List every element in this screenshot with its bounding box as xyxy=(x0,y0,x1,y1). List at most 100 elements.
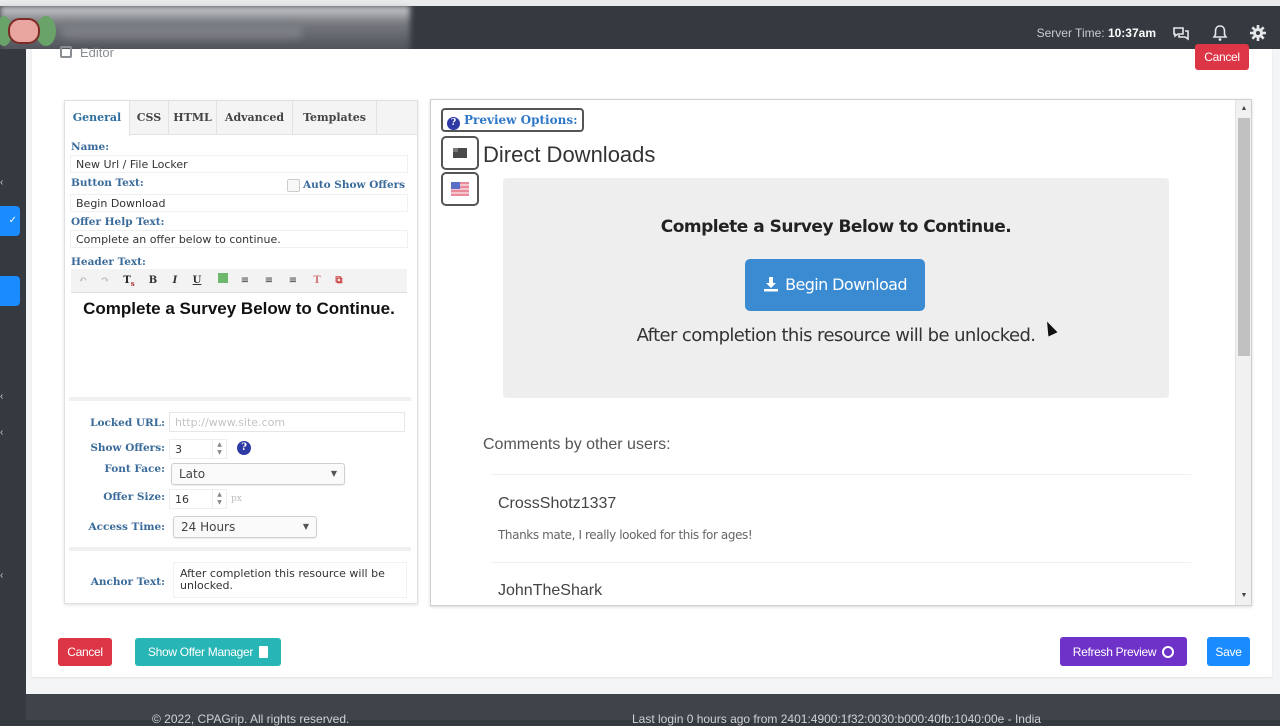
header-text-editor[interactable]: Complete a Survey Below to Continue. xyxy=(71,295,407,395)
help-icon[interactable]: ? xyxy=(237,441,251,455)
refresh-icon xyxy=(1162,645,1175,658)
font-face-value: Lato xyxy=(179,467,206,481)
offer-size-input[interactable]: 16 ▲ ▼ xyxy=(169,489,227,509)
chevron-down-icon: ▼ xyxy=(330,469,337,478)
save-button[interactable]: Save xyxy=(1207,637,1250,666)
show-offers-input[interactable]: 3 ▲ ▼ xyxy=(169,439,227,459)
text-color-icon[interactable] xyxy=(215,273,231,289)
button-text-label: Button Text: xyxy=(71,177,144,189)
comments-heading: Comments by other users: xyxy=(483,436,671,453)
offer-help-input[interactable]: Complete an offer below to continue. xyxy=(70,230,408,248)
name-input[interactable]: New Url / File Locker xyxy=(70,155,408,173)
sidebar-chevron-icon[interactable]: ‹ xyxy=(0,177,6,188)
help-icon: ? xyxy=(447,117,460,130)
header-text-label: Header Text: xyxy=(71,256,146,268)
download-icon xyxy=(764,277,779,292)
anchor-text-label: Anchor Text: xyxy=(90,576,165,588)
scroll-down-arrow-icon[interactable]: ▼ xyxy=(1236,589,1251,603)
name-label: Name: xyxy=(71,141,110,153)
sidebar-chevron-icon[interactable]: ‹ xyxy=(0,391,6,402)
button-text-input[interactable]: Begin Download xyxy=(70,194,408,212)
refresh-preview-button[interactable]: Refresh Preview xyxy=(1060,637,1187,666)
offer-help-label: Offer Help Text: xyxy=(71,216,165,228)
server-time-value: 10:37am xyxy=(1107,26,1156,40)
chat-icon[interactable] xyxy=(1172,24,1190,42)
comment-text: Thanks mate, I really looked for this fo… xyxy=(498,528,753,542)
sidebar-chevron-icon[interactable]: ‹ xyxy=(0,427,6,438)
align-right-icon[interactable]: ≡ xyxy=(285,273,301,289)
anchor-text-input[interactable]: After completion this resource will be u… xyxy=(173,562,407,598)
offer-size-value: 16 xyxy=(175,493,189,506)
edit-icon xyxy=(60,46,72,58)
access-time-label: Access Time: xyxy=(88,521,165,533)
auto-show-offers-checkbox[interactable] xyxy=(287,179,300,192)
scroll-thumb[interactable] xyxy=(1238,118,1250,356)
logo-fist xyxy=(8,18,40,44)
comment-username: JohnTheShark xyxy=(498,582,603,599)
align-center-icon[interactable]: ≡ xyxy=(261,273,277,289)
offer-size-spinner[interactable]: ▲ ▼ xyxy=(212,490,226,508)
logo[interactable] xyxy=(0,14,56,48)
device-toggle-button[interactable] xyxy=(441,136,479,170)
page-title-text: Editor xyxy=(80,45,114,60)
divider xyxy=(491,474,1191,475)
us-flag-icon xyxy=(451,182,469,196)
main-content: Editor Cancel General CSS HTML Advanced … xyxy=(26,44,1280,694)
bold-icon[interactable]: B xyxy=(145,273,161,289)
tab-general[interactable]: General xyxy=(65,101,130,136)
underline-icon[interactable]: U xyxy=(189,273,205,289)
italic-icon[interactable]: I xyxy=(167,273,183,289)
cancel-button[interactable]: Cancel xyxy=(58,638,112,666)
preview-options-label: Preview Options: xyxy=(464,113,578,127)
preview-options-button[interactable]: ? Preview Options: xyxy=(441,108,584,132)
begin-download-button[interactable]: Begin Download xyxy=(745,259,925,311)
sidebar-item-highlighted[interactable] xyxy=(0,276,20,306)
show-offer-manager-button[interactable]: Show Offer Manager xyxy=(135,638,281,666)
cancel-top-button[interactable]: Cancel xyxy=(1195,44,1249,70)
access-time-select[interactable]: 24 Hours ▼ xyxy=(173,516,317,538)
offer-size-unit: px xyxy=(231,494,242,504)
sidebar-item-active[interactable]: ✓ xyxy=(0,206,20,236)
page-title: Editor xyxy=(60,45,114,60)
redo-icon[interactable]: ↷ xyxy=(97,273,113,289)
offer-size-label: Offer Size: xyxy=(103,491,165,503)
clear-format-icon[interactable]: T xyxy=(309,273,325,289)
tab-css[interactable]: CSS xyxy=(130,101,169,135)
server-time: Server Time: 10:37am xyxy=(1037,26,1156,40)
locker-settings-panel: General CSS HTML Advanced Templates Name… xyxy=(64,100,418,604)
preview-scrollbar[interactable]: ▲ ▼ xyxy=(1235,100,1251,605)
server-time-label: Server Time: xyxy=(1036,26,1105,40)
top-navbar: Server Time: 10:37am xyxy=(0,0,1280,55)
tab-templates[interactable]: Templates xyxy=(293,101,377,135)
begin-download-label: Begin Download xyxy=(785,275,907,294)
gear-icon[interactable] xyxy=(1249,24,1267,42)
content-locker-box: Complete a Survey Below to Continue. Beg… xyxy=(503,178,1169,398)
chevron-down-icon: ▼ xyxy=(302,522,309,531)
undo-icon[interactable]: ↶ xyxy=(75,273,91,289)
scroll-up-arrow-icon[interactable]: ▲ xyxy=(1236,102,1251,116)
bell-icon[interactable] xyxy=(1211,24,1229,42)
font-face-label: Font Face: xyxy=(104,463,165,475)
clipboard-icon xyxy=(259,646,269,658)
footer-last-login: Last login 0 hours ago from 2401:4900:1f… xyxy=(632,712,1041,726)
locked-url-input[interactable]: http://www.site.com xyxy=(169,412,405,432)
divider xyxy=(69,547,411,551)
refresh-preview-label: Refresh Preview xyxy=(1072,644,1157,659)
preview-title: Direct Downloads xyxy=(483,142,656,167)
locker-header: Complete a Survey Below to Continue. xyxy=(660,217,1012,237)
tab-html[interactable]: HTML xyxy=(169,101,217,135)
auto-show-offers-label[interactable]: Auto Show Offers xyxy=(303,179,405,191)
show-offer-manager-label: Show Offer Manager xyxy=(147,645,254,659)
sidebar-chevron-icon[interactable]: ‹ xyxy=(0,570,6,581)
editor-card: Editor Cancel General CSS HTML Advanced … xyxy=(32,44,1272,677)
footer-copyright: © 2022, CPAGrip. All rights reserved. xyxy=(152,712,350,726)
tab-advanced[interactable]: Advanced xyxy=(217,101,293,135)
divider xyxy=(491,562,1191,563)
source-code-icon[interactable]: ⧉ xyxy=(331,273,347,289)
country-toggle-button[interactable] xyxy=(441,172,479,206)
font-face-select[interactable]: Lato ▼ xyxy=(171,463,345,485)
show-offers-spinner[interactable]: ▲ ▼ xyxy=(212,440,226,458)
comment-username: CrossShotz1337 xyxy=(498,495,617,512)
text-format-icon[interactable]: Ts xyxy=(121,273,137,289)
align-left-icon[interactable]: ≡ xyxy=(237,273,253,289)
